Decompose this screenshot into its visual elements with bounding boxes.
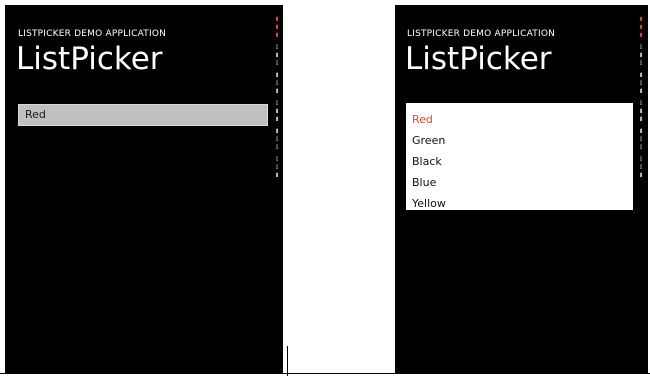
list-picker-option-black[interactable]: Black	[412, 152, 442, 171]
phone-screen-collapsed: LISTPICKER DEMO APPLICATION ListPicker R…	[5, 5, 283, 373]
list-picker-option-red[interactable]: Red	[412, 110, 433, 129]
status-icon: ▮▯▯	[636, 155, 645, 179]
signal-icon: ▮▮▮	[636, 15, 645, 39]
clock-icon: ▯▯▮	[636, 127, 645, 151]
battery-icon: ▮▮▯	[272, 99, 281, 123]
list-picker-option-green[interactable]: Green	[412, 131, 445, 150]
baseline-divider	[0, 373, 650, 374]
wifi-icon: ▮▯▮	[272, 71, 281, 95]
wifi-icon: ▮▯▮	[636, 71, 645, 95]
page-title: ListPicker	[16, 41, 163, 77]
system-tray-strip: ▮▮▮ ▯▮▯ ▮▯▮ ▮▮▯ ▯▯▮ ▮▯▯	[271, 15, 283, 179]
network-icon: ▯▮▯	[636, 43, 645, 67]
signal-icon: ▮▮▮	[272, 15, 281, 39]
app-title: LISTPICKER DEMO APPLICATION	[18, 29, 167, 39]
text-cursor-mark	[287, 346, 288, 376]
status-icon: ▮▯▯	[272, 155, 281, 179]
phone-screen-expanded: LISTPICKER DEMO APPLICATION ListPicker R…	[395, 5, 648, 373]
page-title: ListPicker	[405, 41, 552, 77]
list-picker-collapsed[interactable]: Red	[18, 104, 268, 126]
battery-icon: ▮▮▯	[636, 99, 645, 123]
app-title: LISTPICKER DEMO APPLICATION	[407, 29, 556, 39]
clock-icon: ▯▯▮	[272, 127, 281, 151]
list-picker-selected-value: Red	[25, 108, 46, 121]
system-tray-strip: ▮▮▮ ▯▮▯ ▮▯▮ ▮▮▯ ▯▯▮ ▮▯▯	[635, 15, 647, 179]
list-picker-option-yellow[interactable]: Yellow	[412, 194, 446, 213]
list-picker-expanded: Red Green Black Blue Yellow	[406, 103, 633, 210]
list-picker-option-blue[interactable]: Blue	[412, 173, 436, 192]
network-icon: ▯▮▯	[272, 43, 281, 67]
